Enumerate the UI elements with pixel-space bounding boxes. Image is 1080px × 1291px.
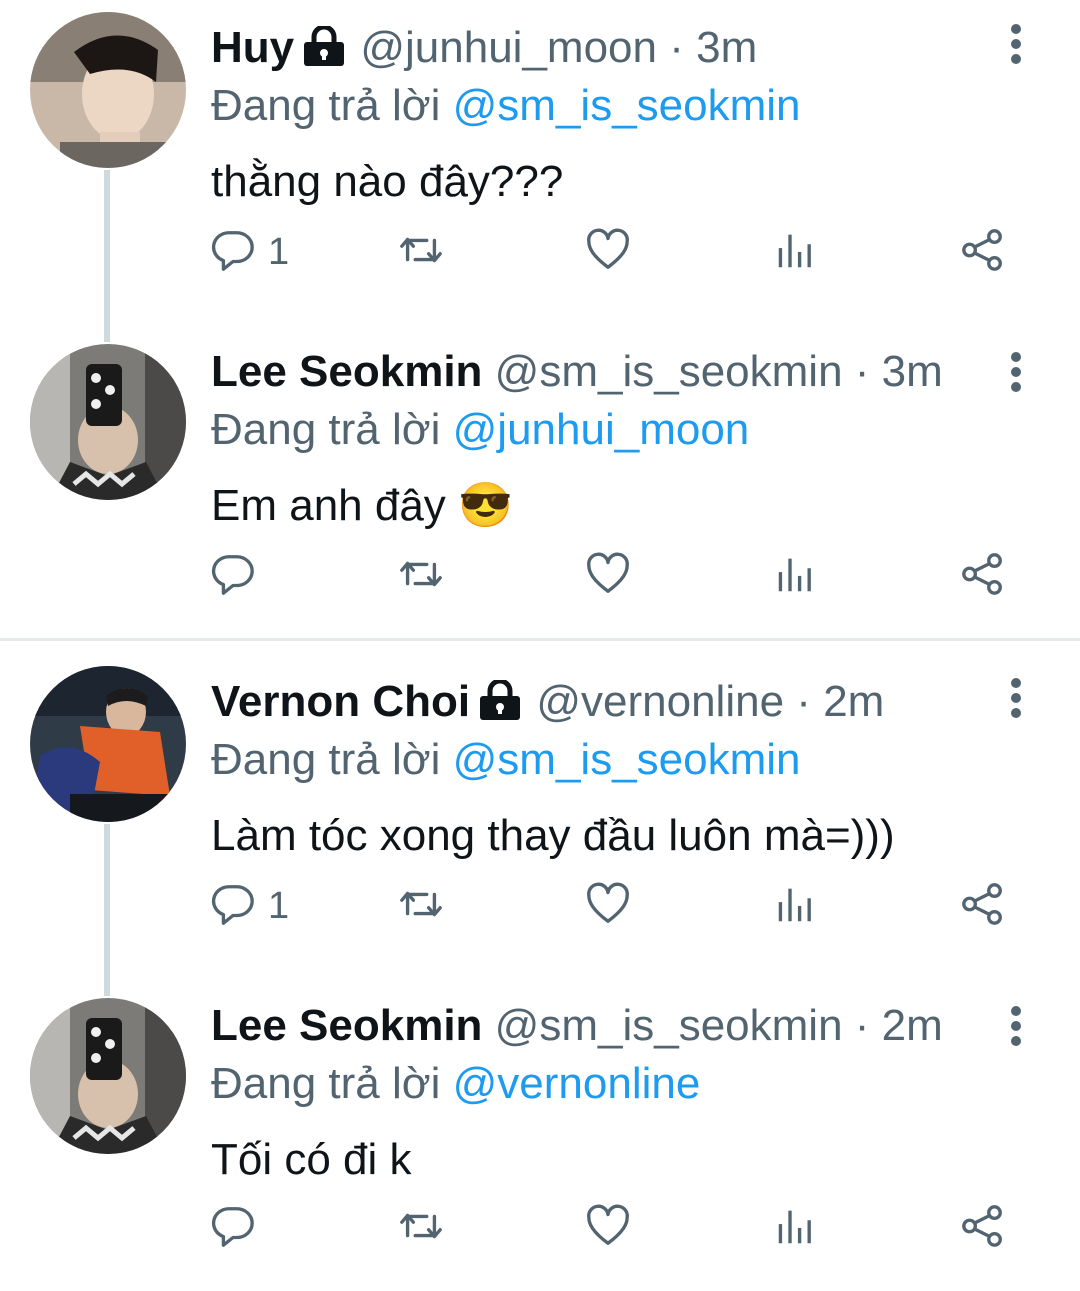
like-button[interactable] xyxy=(585,548,631,604)
share-button[interactable] xyxy=(960,878,1006,934)
views-button[interactable] xyxy=(773,548,819,604)
tweet-header: Huy @junhui_moon · 3m xyxy=(211,22,757,78)
share-icon xyxy=(960,227,1006,278)
separator: · xyxy=(796,677,811,726)
lock-icon xyxy=(300,24,348,78)
reply-button[interactable]: 1 xyxy=(210,224,289,280)
tweet-header: Vernon Choi @vernonline · 2m xyxy=(211,676,884,732)
reply-icon xyxy=(210,1203,256,1254)
separator: · xyxy=(854,1001,870,1050)
share-icon xyxy=(960,1203,1006,1254)
handle[interactable]: @junhui_moon xyxy=(360,23,657,72)
tweet-text: thằng nào đây??? xyxy=(211,157,564,206)
tweet-text: Em anh đây 😎 xyxy=(211,481,513,530)
like-icon xyxy=(585,881,631,932)
timestamp[interactable]: 2m xyxy=(823,677,884,726)
share-icon xyxy=(960,881,1006,932)
timestamp[interactable]: 3m xyxy=(882,347,943,396)
more-icon[interactable] xyxy=(1004,1006,1028,1050)
tweet-text: Làm tóc xong thay đầu luôn mà=))) xyxy=(211,811,895,860)
tweet[interactable]: Huy @junhui_moon · 3m Đang trả lời @sm_i… xyxy=(0,0,1080,320)
more-icon[interactable] xyxy=(1004,678,1028,722)
reply-prefix: Đang trả lời xyxy=(211,1059,441,1108)
retweet-button[interactable] xyxy=(398,878,444,934)
like-icon xyxy=(585,227,631,278)
reply-button[interactable]: 1 xyxy=(210,878,289,934)
retweet-icon xyxy=(398,881,444,932)
display-name[interactable]: Lee Seokmin xyxy=(211,347,482,396)
replying-to: Đang trả lời @sm_is_seokmin xyxy=(211,734,801,786)
reply-icon xyxy=(210,881,256,932)
display-name[interactable]: Lee Seokmin xyxy=(211,1001,482,1050)
separator: · xyxy=(669,23,684,72)
like-button[interactable] xyxy=(585,878,631,934)
retweet-button[interactable] xyxy=(398,548,444,604)
retweet-button[interactable] xyxy=(398,224,444,280)
views-button[interactable] xyxy=(773,878,819,934)
action-bar: 1 xyxy=(210,224,1020,280)
mention-link[interactable]: @vernonline xyxy=(453,1059,701,1108)
mention-link[interactable]: @sm_is_seokmin xyxy=(453,81,801,130)
reply-icon xyxy=(210,227,256,278)
action-bar xyxy=(210,548,1020,604)
avatar[interactable] xyxy=(30,998,186,1154)
tweet[interactable]: Lee Seokmin @sm_is_seokmin · 2m Đang trả… xyxy=(0,978,1080,1291)
views-icon xyxy=(773,551,819,602)
action-bar: 1 xyxy=(210,878,1020,934)
handle[interactable]: @vernonline xyxy=(536,677,784,726)
handle[interactable]: @sm_is_seokmin xyxy=(495,1001,843,1050)
views-icon xyxy=(773,1203,819,1254)
reply-prefix: Đang trả lời xyxy=(211,405,441,454)
more-icon[interactable] xyxy=(1004,352,1028,396)
reply-count: 1 xyxy=(268,884,290,927)
replying-to: Đang trả lời @vernonline xyxy=(211,1058,700,1110)
avatar[interactable] xyxy=(30,12,186,168)
action-bar xyxy=(210,1200,1020,1256)
retweet-icon xyxy=(398,227,444,278)
tweet-header: Lee Seokmin @sm_is_seokmin · 3m xyxy=(211,346,943,398)
reply-count: 1 xyxy=(268,230,290,273)
avatar[interactable] xyxy=(30,344,186,500)
share-button[interactable] xyxy=(960,1200,1006,1256)
share-button[interactable] xyxy=(960,548,1006,604)
thread-divider xyxy=(0,638,1080,641)
retweet-button[interactable] xyxy=(398,1200,444,1256)
mention-link[interactable]: @sm_is_seokmin xyxy=(453,735,801,784)
tweet[interactable]: Vernon Choi @vernonline · 2m Đang trả lờ… xyxy=(0,654,1080,974)
views-icon xyxy=(773,881,819,932)
tweet-text: Tối có đi k xyxy=(211,1135,412,1184)
timestamp[interactable]: 3m xyxy=(696,23,757,72)
avatar[interactable] xyxy=(30,666,186,822)
handle[interactable]: @sm_is_seokmin xyxy=(495,347,843,396)
share-button[interactable] xyxy=(960,224,1006,280)
mention-link[interactable]: @junhui_moon xyxy=(453,405,750,454)
reply-button[interactable] xyxy=(210,1200,268,1256)
retweet-icon xyxy=(398,1203,444,1254)
display-name[interactable]: Huy xyxy=(211,23,294,72)
views-icon xyxy=(773,227,819,278)
tweet-header: Lee Seokmin @sm_is_seokmin · 2m xyxy=(211,1000,943,1052)
like-button[interactable] xyxy=(585,224,631,280)
like-button[interactable] xyxy=(585,1200,631,1256)
lock-icon xyxy=(476,678,524,732)
reply-icon xyxy=(210,551,256,602)
views-button[interactable] xyxy=(773,1200,819,1256)
share-icon xyxy=(960,551,1006,602)
retweet-icon xyxy=(398,551,444,602)
views-button[interactable] xyxy=(773,224,819,280)
reply-prefix: Đang trả lời xyxy=(211,735,441,784)
like-icon xyxy=(585,1203,631,1254)
reply-prefix: Đang trả lời xyxy=(211,81,441,130)
replying-to: Đang trả lời @junhui_moon xyxy=(211,404,749,456)
like-icon xyxy=(585,551,631,602)
display-name[interactable]: Vernon Choi xyxy=(211,677,470,726)
tweet[interactable]: Lee Seokmin @sm_is_seokmin · 3m Đang trả… xyxy=(0,324,1080,636)
more-icon[interactable] xyxy=(1004,24,1028,68)
reply-button[interactable] xyxy=(210,548,268,604)
timestamp[interactable]: 2m xyxy=(882,1001,943,1050)
separator: · xyxy=(854,347,870,396)
replying-to: Đang trả lời @sm_is_seokmin xyxy=(211,80,801,132)
